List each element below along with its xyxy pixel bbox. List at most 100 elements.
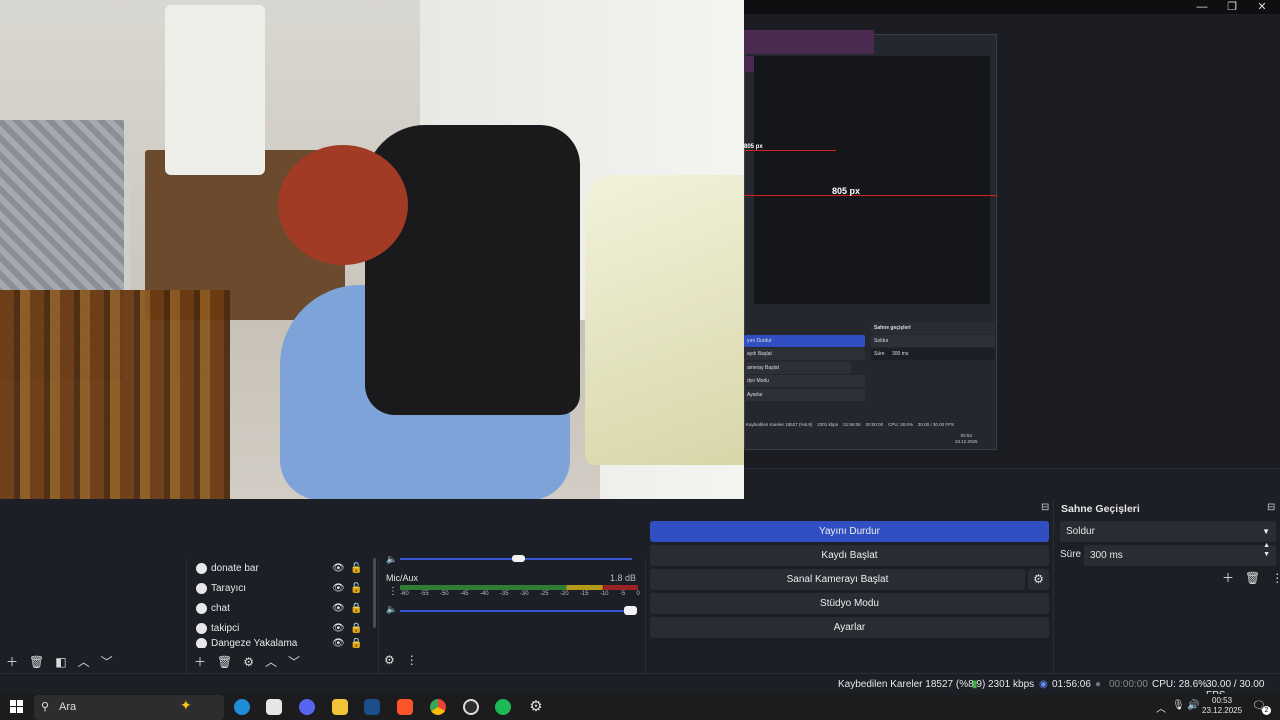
- scale-tick: -5: [619, 591, 626, 597]
- audio-settings-gear-icon[interactable]: ⚙: [384, 653, 395, 667]
- browser-source-icon: [196, 562, 207, 574]
- unlocked-icon[interactable]: 🔓: [350, 563, 362, 574]
- sources-scrollbar[interactable]: [373, 558, 376, 628]
- file-explorer-icon[interactable]: [332, 699, 348, 715]
- source-item[interactable]: takipci 👁 🔒: [192, 618, 367, 638]
- studio-mode-button[interactable]: Stüdyo Modu: [650, 593, 1049, 614]
- nested-duration: Süre 300 ms: [871, 348, 995, 360]
- store-icon[interactable]: [266, 699, 282, 715]
- remove-source-trash-icon[interactable]: 🗑: [217, 655, 232, 669]
- speaker-icon[interactable]: 🔈: [386, 554, 397, 565]
- nested-transitions-title: Sahne geçişleri: [871, 322, 995, 334]
- lock-icon[interactable]: 🔒: [350, 638, 362, 648]
- webcam-blanket: [585, 175, 744, 465]
- move-up-chevron-icon[interactable]: ︿: [265, 653, 277, 670]
- mixer-channel-db: 1.8 dB: [610, 573, 637, 583]
- visibility-eye-icon[interactable]: 👁: [332, 583, 345, 594]
- capture-source-icon: [196, 638, 207, 648]
- volume-slider-knob-prev[interactable]: [512, 555, 525, 562]
- channel-menu-icon[interactable]: ⋮: [388, 586, 398, 597]
- chrome-icon[interactable]: [430, 699, 446, 715]
- chevron-down-icon: ▼: [1262, 527, 1270, 536]
- settings-gear-icon[interactable]: ⚙: [528, 699, 544, 715]
- microphone-icon[interactable]: 🎙: [1172, 700, 1185, 711]
- move-up-chevron-icon[interactable]: ︿: [78, 653, 90, 670]
- duration-input[interactable]: 300 ms ▲ ▼: [1084, 542, 1276, 566]
- source-item[interactable]: donate bar 👁 🔓: [192, 558, 367, 578]
- duration-value: 300 ms: [1090, 550, 1123, 561]
- copilot-sparkle-icon[interactable]: ✦: [180, 697, 192, 714]
- remove-transition-trash-icon[interactable]: 🗑: [1245, 571, 1260, 585]
- scale-tick: -60: [400, 591, 409, 597]
- transition-more-icon[interactable]: ⋮: [1271, 571, 1280, 585]
- virtualcam-settings-gear-icon[interactable]: ⚙: [1028, 569, 1049, 590]
- discord-icon[interactable]: [299, 699, 315, 715]
- guide-line-small: [744, 150, 836, 151]
- source-item[interactable]: Dangeze Yakalama 👁 🔒: [192, 638, 367, 648]
- scale-tick: -50: [439, 591, 449, 597]
- source-label: chat: [211, 602, 230, 614]
- source-item[interactable]: chat 👁 🔒: [192, 598, 367, 618]
- brave-icon[interactable]: [397, 699, 413, 715]
- mixer-more-icon[interactable]: ⋮: [406, 653, 418, 667]
- obs-icon[interactable]: [463, 699, 479, 715]
- settings-button[interactable]: Ayarlar: [650, 617, 1049, 638]
- move-down-chevron-icon[interactable]: ﹀: [288, 653, 300, 670]
- nested-status-5: 30.00 / 30.00 FPS: [917, 422, 955, 427]
- start-record-button[interactable]: Kaydı Başlat: [650, 545, 1049, 566]
- speaker-icon[interactable]: 🔈: [386, 604, 397, 615]
- nested-control-2: ameray Başlat: [744, 362, 851, 374]
- move-down-chevron-icon[interactable]: ﹀: [101, 653, 113, 670]
- minimize-button[interactable]: —: [1187, 0, 1217, 14]
- guide-label: 805 px: [832, 186, 861, 196]
- source-label: Tarayıcı: [211, 582, 247, 594]
- nested-transition-select: Soldur: [871, 335, 995, 347]
- scene-filter-icon[interactable]: ◧: [55, 655, 66, 669]
- tray-chevron-up-icon[interactable]: ︿: [1156, 700, 1166, 715]
- nested-canvas: [754, 56, 990, 304]
- nested-clock: 00:53 23.12.2025: [955, 433, 978, 445]
- source-properties-gear-icon[interactable]: ⚙: [243, 655, 254, 669]
- record-icon: ●: [1095, 679, 1102, 690]
- transitions-undock-icon[interactable]: ⊟: [1267, 502, 1275, 513]
- add-scene-plus-icon[interactable]: ＋: [6, 653, 18, 670]
- nested-status-4: CPU: 28.6%: [888, 422, 913, 427]
- add-transition-plus-icon[interactable]: ＋: [1222, 569, 1234, 586]
- visibility-eye-icon[interactable]: 👁: [332, 603, 345, 614]
- clock-time: 00:53: [1212, 696, 1233, 705]
- dock-separator-sources: [378, 557, 379, 673]
- add-source-plus-icon[interactable]: ＋: [194, 653, 206, 670]
- visibility-eye-icon[interactable]: 👁: [332, 623, 345, 634]
- guide-line: [744, 195, 997, 196]
- spin-arrows-icon[interactable]: ▲ ▼: [1263, 541, 1270, 559]
- mixer-channel-name: Mic/Aux: [386, 573, 419, 583]
- transition-select[interactable]: Soldur ▼: [1060, 521, 1276, 542]
- stop-stream-button[interactable]: Yayını Durdur: [650, 521, 1049, 542]
- volume-meter: [400, 585, 638, 590]
- scale-tick: -25: [539, 591, 549, 597]
- unlocked-icon[interactable]: 🔓: [350, 583, 362, 594]
- windows-start-icon[interactable]: [10, 700, 23, 713]
- duration-label: Süre: [1060, 549, 1082, 560]
- search-icon: ⚲: [41, 701, 50, 713]
- start-virtualcam-button[interactable]: Sanal Kamerayı Başlat: [650, 569, 1025, 590]
- visibility-eye-icon[interactable]: 👁: [332, 563, 345, 574]
- edge-icon[interactable]: [234, 699, 250, 715]
- remove-scene-trash-icon[interactable]: 🗑: [29, 655, 44, 669]
- controls-undock-icon[interactable]: ⊟: [1041, 502, 1049, 513]
- lock-icon[interactable]: 🔒: [350, 623, 362, 634]
- tray-clock[interactable]: 00:53 23.12.2025: [1202, 696, 1242, 716]
- visibility-eye-icon[interactable]: 👁: [332, 638, 345, 648]
- lock-icon[interactable]: 🔒: [350, 603, 362, 614]
- source-item[interactable]: Tarayıcı 👁 🔓: [192, 578, 367, 598]
- restore-button[interactable]: ❐: [1217, 0, 1247, 14]
- webcam-source-image: [0, 0, 744, 557]
- spotify-icon[interactable]: [495, 699, 511, 715]
- volume-icon[interactable]: 🔊: [1187, 700, 1199, 711]
- guide-label-small: 805 px: [744, 144, 763, 150]
- nested-control-3: dyo Modu: [744, 375, 865, 387]
- close-button[interactable]: ✕: [1247, 0, 1277, 14]
- volume-slider-knob[interactable]: [624, 606, 637, 615]
- steam-icon[interactable]: [364, 699, 380, 715]
- taskbar-search[interactable]: ⚲ Ara ✦: [34, 695, 224, 720]
